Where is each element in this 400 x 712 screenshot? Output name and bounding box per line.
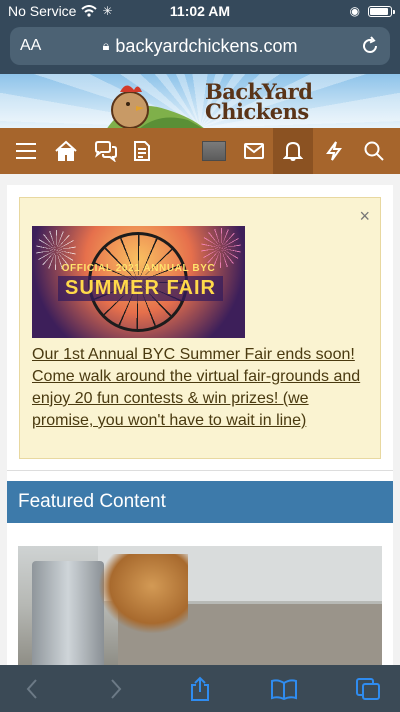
notice-link[interactable]: Our 1st Annual BYC Summer Fair ends soon… [32,344,372,432]
bookmarks-button[interactable] [262,665,306,712]
articles-button[interactable] [122,128,162,174]
menu-button[interactable] [6,128,46,174]
firework-icon [201,228,241,268]
chicken-logo-icon [107,85,204,128]
status-bar: No Service ✳ 11:02 AM ◉ [0,0,400,22]
alerts-button[interactable] [273,128,313,174]
site-header: BackYard Chickens [0,74,400,128]
lock-icon: 🔒︎ [102,38,110,53]
featured-image[interactable] [18,546,382,665]
orientation-lock-icon: ◉ [349,4,360,18]
chat-icon [95,141,117,162]
avatar [202,141,226,161]
text-size-button[interactable]: AA [20,37,41,55]
reload-icon[interactable] [360,36,380,56]
carrier-label: No Service [8,3,77,19]
share-icon [191,676,209,701]
share-button[interactable] [178,665,222,712]
tabs-button[interactable] [346,665,390,712]
notice-box: × OFFICIAL 2021 ANNUAL BYC SUMMER FAIR O… [19,197,381,459]
forward-button[interactable] [94,665,138,712]
banner-subtitle: OFFICIAL 2021 ANNUAL BYC [61,263,216,274]
whats-new-button[interactable] [314,128,354,174]
account-button[interactable] [194,128,234,174]
bell-icon [283,141,303,161]
photo-feeder [32,561,104,665]
banner-title: SUMMER FAIR [58,276,223,301]
tabs-icon [356,677,380,700]
inbox-button[interactable] [234,128,274,174]
home-button[interactable] [46,128,86,174]
summer-fair-banner[interactable]: OFFICIAL 2021 ANNUAL BYC SUMMER FAIR [32,226,245,338]
home-icon [55,140,77,161]
menu-icon [16,143,36,159]
chevron-left-icon [26,678,37,699]
site-logo[interactable]: BackYard Chickens [98,76,313,128]
document-icon [134,141,150,161]
wifi-icon [81,5,98,17]
divider [7,470,393,471]
browser-toolbar [0,665,400,712]
url-text: backyardchickens.com [115,35,298,56]
lightning-icon [326,141,342,161]
search-icon [364,141,384,161]
battery-icon [368,5,395,17]
url-bar[interactable]: AA 🔒︎ backyardchickens.com [10,27,390,65]
close-icon[interactable]: × [359,206,370,227]
main-nav [0,128,400,174]
back-button[interactable] [10,665,54,712]
search-button[interactable] [354,128,394,174]
book-icon [271,678,297,700]
main-content: × OFFICIAL 2021 ANNUAL BYC SUMMER FAIR O… [7,185,393,665]
logo-text-line2: Chickens [205,99,309,124]
forums-button[interactable] [86,128,126,174]
photo-hen [98,554,188,634]
featured-content-header: Featured Content [7,481,393,523]
ios-status-and-url-area: No Service ✳ 11:02 AM ◉ AA 🔒︎ backyardch… [0,0,400,74]
chevron-right-icon [111,678,122,699]
mail-icon [244,143,264,159]
loading-spinner-icon: ✳ [102,4,113,18]
